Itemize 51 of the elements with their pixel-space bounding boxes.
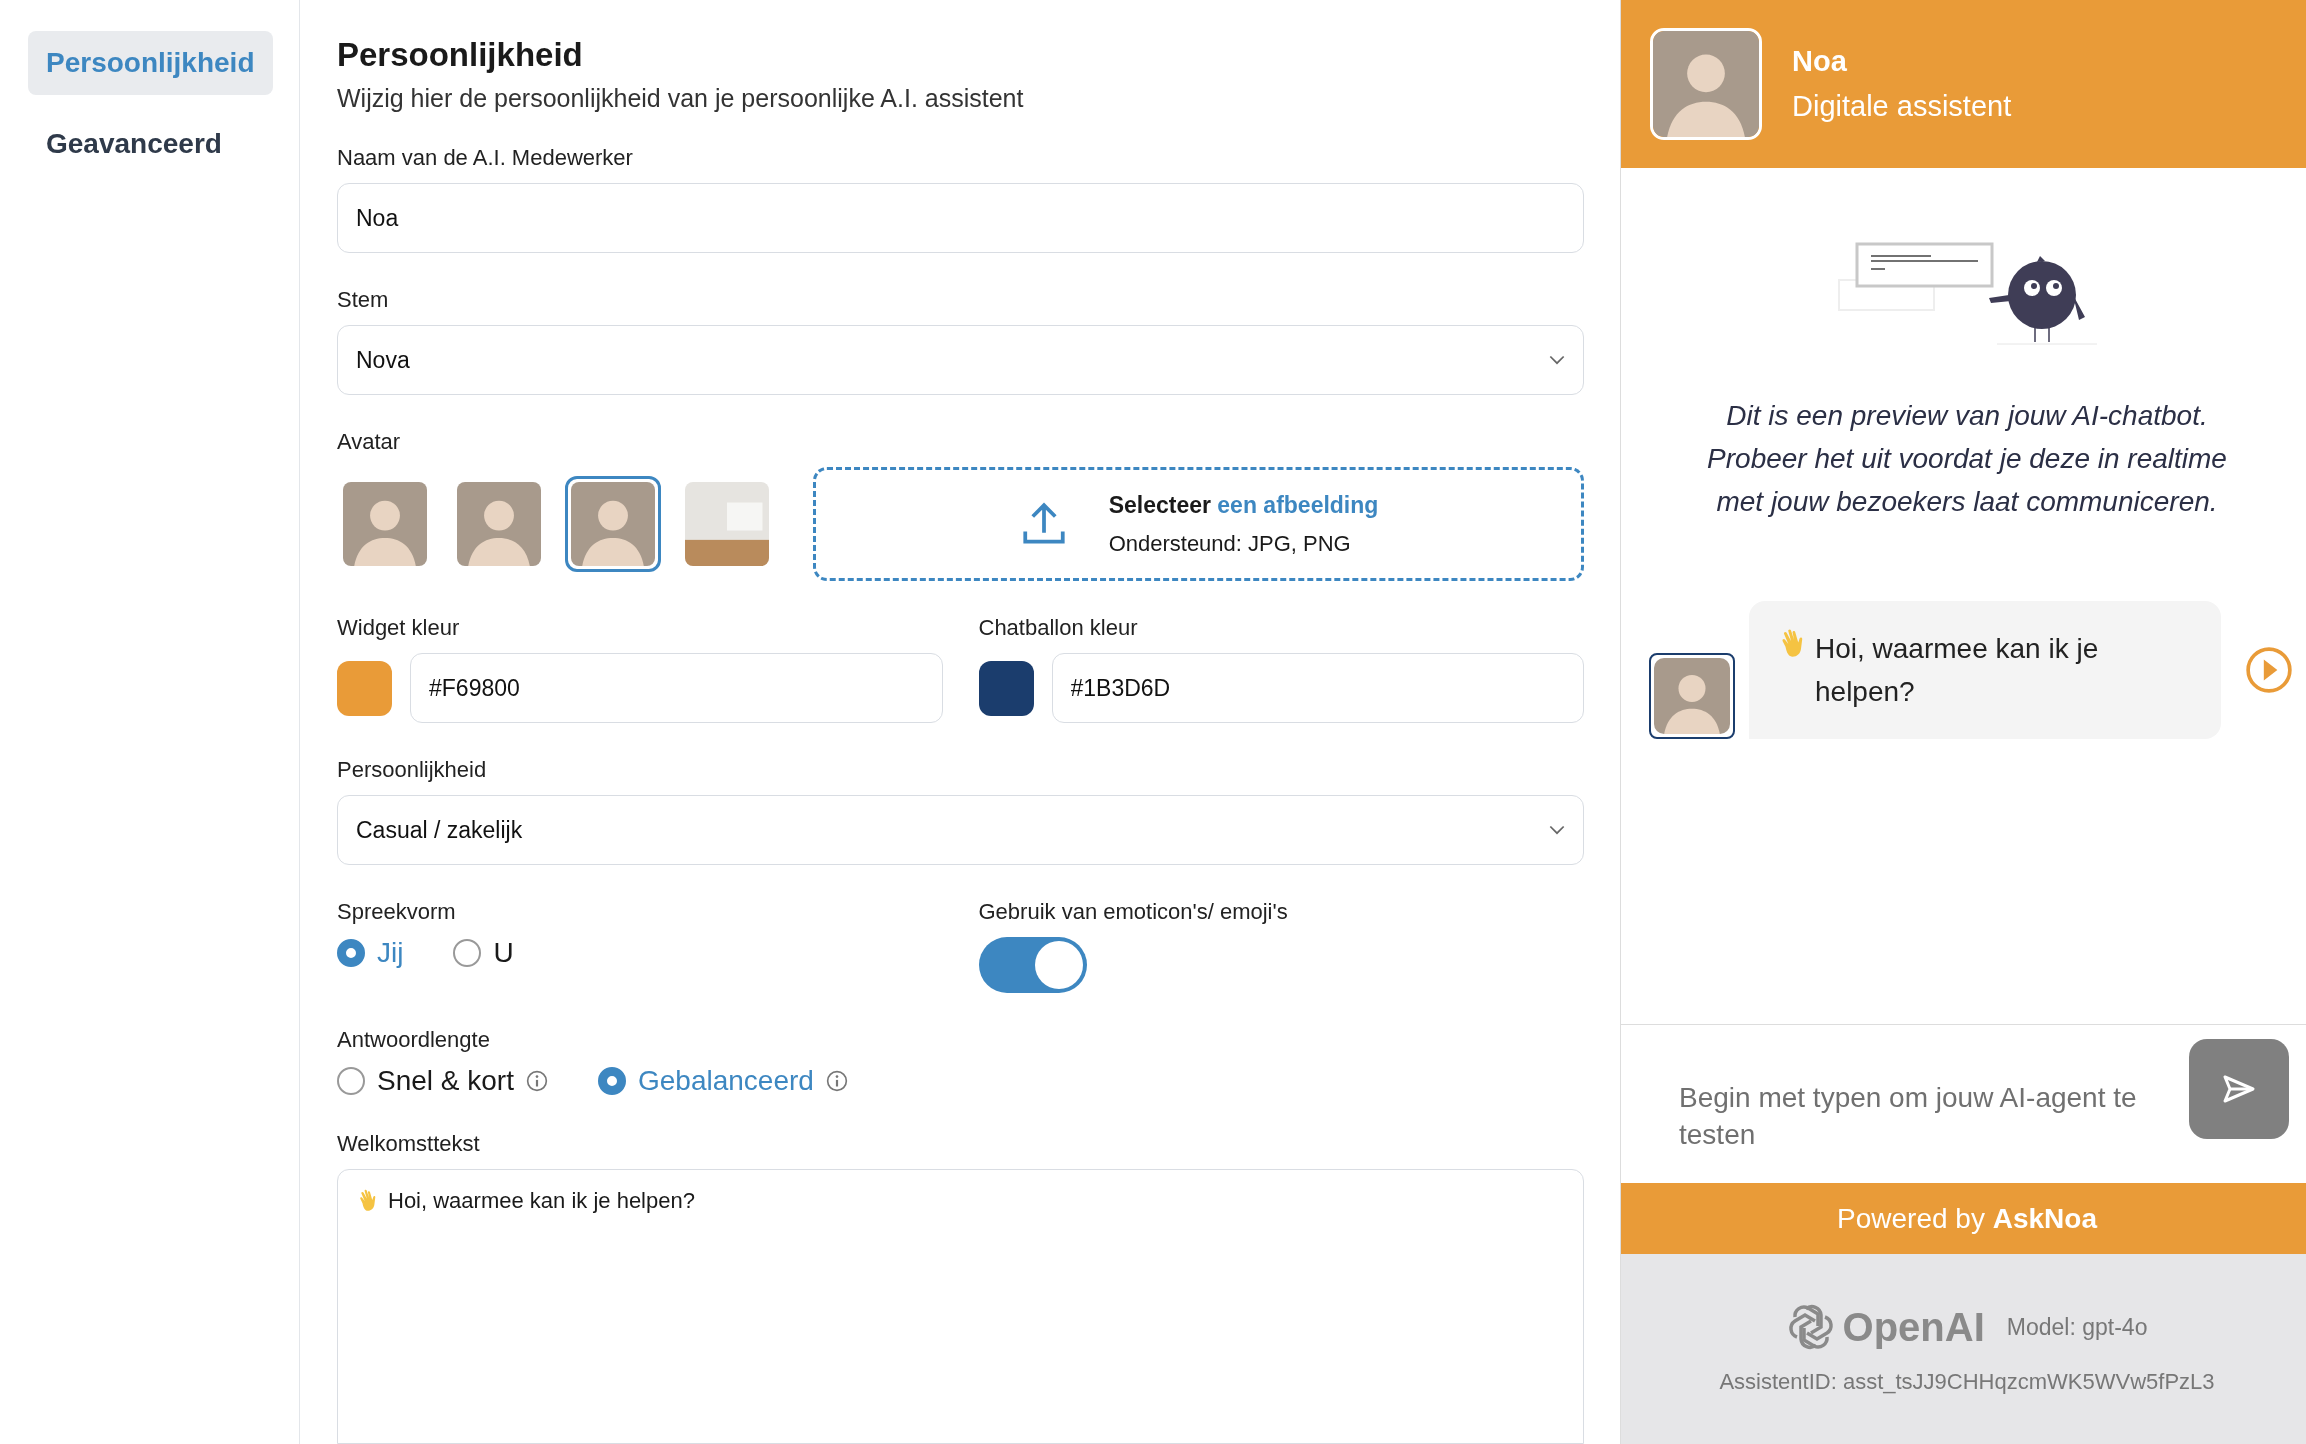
provider-name: OpenAI (1842, 1304, 1985, 1350)
upload-dropzone[interactable]: Selecteer een afbeelding Ondersteund: JPG, PNG (813, 467, 1584, 581)
field-label: Gebruik van emoticon's/ emoji's (978, 899, 1289, 925)
color-swatch[interactable] (337, 660, 392, 716)
radio-label[interactable]: Snel & kort (377, 1065, 514, 1097)
radio-button[interactable] (597, 1067, 626, 1095)
assistant-role: Digitale assistent (1792, 90, 2012, 123)
field-label: Chatballon kleur (978, 615, 1139, 641)
play-icon[interactable] (2245, 646, 2293, 694)
model-label: Model: gpt-4o (2006, 1313, 2148, 1341)
radio-label[interactable]: Jij (377, 937, 404, 969)
field-label: Antwoordlengte (337, 1027, 491, 1053)
field-label: Naam van de A.I. Medewerker (337, 145, 634, 171)
welcome-text-area[interactable]: Hoi, waarmee kan ik je helpen? (337, 1169, 1584, 1444)
field-label: Persoonlijkheid (337, 757, 488, 783)
field-label: Avatar (337, 429, 402, 455)
knot-logo-icon (1786, 1303, 1835, 1351)
field-label: Spreekvorm (337, 899, 457, 925)
color-input-field[interactable]: #F69800 (410, 653, 943, 723)
color-swatch[interactable] (978, 660, 1034, 716)
page-subtitle: Wijzig hier de persoonlijkheid van je persoonlijke A.I. assistent (337, 84, 1025, 113)
info-icon[interactable] (825, 1070, 848, 1092)
radio-button[interactable] (453, 939, 482, 967)
field-label: Welkomsttekst (337, 1131, 481, 1157)
personality-select[interactable]: Casual / zakelijk (337, 795, 1584, 865)
assistant-name: Noa (1792, 45, 1848, 78)
chevron-down-icon (1549, 354, 1565, 366)
field-label: Stem (337, 287, 390, 313)
chat-message-text: Hoi, waarmee kan ik je helpen? (1815, 632, 2100, 709)
upload-prompt: Selecteer (1108, 491, 1211, 518)
select-image-link[interactable]: een afbeelding (1217, 491, 1379, 518)
welcome-text: Hoi, waarmee kan ik je helpen? (388, 1188, 695, 1214)
radio-button[interactable] (337, 1067, 365, 1095)
sidebar-item[interactable]: Geavanceerd (28, 112, 240, 176)
radio-label[interactable]: U (493, 937, 514, 969)
name-input-field[interactable]: Noa (337, 183, 1584, 253)
send-button[interactable] (2189, 1039, 2289, 1139)
info-icon[interactable] (525, 1070, 548, 1092)
page-title: Persoonlijkheid (337, 36, 584, 74)
voice-select[interactable]: Nova (337, 325, 1584, 395)
chevron-down-icon (1549, 824, 1565, 836)
field-label: Widget kleur (337, 615, 461, 641)
avatar-option[interactable] (565, 476, 661, 572)
radio-label[interactable]: Gebalanceerd (637, 1065, 814, 1097)
powered-by-banner: Powered by AskNoa (1621, 1183, 2306, 1254)
radio-button[interactable] (337, 939, 365, 967)
assistant-id: AssistentID: asst_tsJJ9CHHqzcmWK5WVw5fPzL3 (1719, 1369, 2215, 1395)
upload-hint: Ondersteund: JPG, PNG (1108, 530, 1352, 557)
color-input-field[interactable]: #1B3D6D (1051, 653, 1584, 723)
emoji-toggle[interactable] (978, 937, 1087, 993)
preview-intro-text: Dit is een preview van jouw AI-chatbot. Probeer het uit voordat je deze in realtime met jouw bezoekers laat communiceren. (1707, 399, 2227, 519)
